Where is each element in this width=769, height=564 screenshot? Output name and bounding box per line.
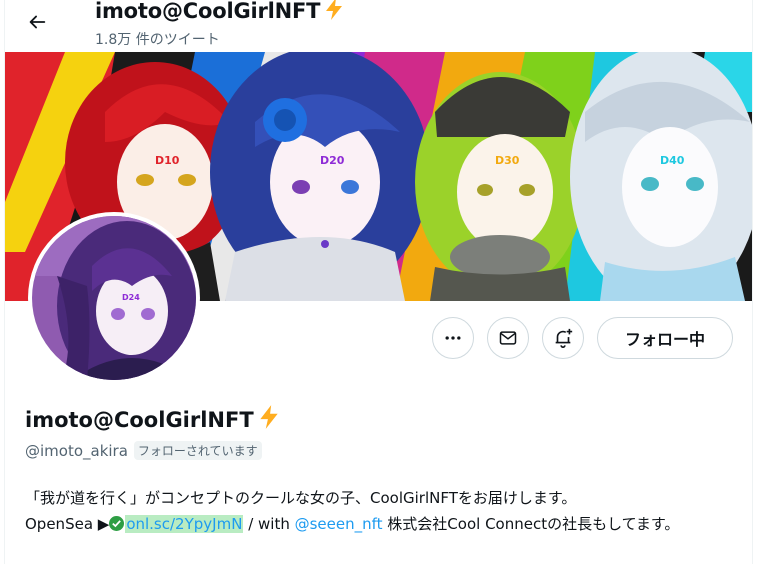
message-button[interactable] <box>487 317 529 359</box>
profile-bio: 「我が道を行く」がコンセプトのクールな女の子、CoolGirlNFTをお届けしま… <box>25 485 730 537</box>
lightning-bolt-emoji <box>326 0 343 20</box>
display-name-text: imoto@CoolGirlNFT <box>25 408 254 432</box>
profile-header: imoto@CoolGirlNFT 1.8万 件のツイート <box>5 0 752 52</box>
profile-display-name: imoto@CoolGirlNFT <box>25 404 282 432</box>
check-circle-emoji <box>109 516 125 531</box>
profile-avatar[interactable]: D24 <box>28 212 200 384</box>
more-dots-icon <box>445 336 461 340</box>
char-tag-3: D30 <box>495 154 520 167</box>
back-button[interactable] <box>19 4 55 40</box>
handle-row: @imoto_akira フォローされています <box>25 441 262 460</box>
bio-opensea-prefix: OpenSea ▶ <box>25 515 110 533</box>
mention-link[interactable]: @seeen_nft <box>295 515 383 533</box>
avatar-image: D24 <box>32 216 196 380</box>
bio-with-text: / with <box>243 515 295 533</box>
profile-handle: @imoto_akira <box>25 441 128 460</box>
bio-line-2: OpenSea ▶ onl.sc/2YpyJmN / with @seeen_nf… <box>25 511 730 537</box>
opensea-link[interactable]: onl.sc/2YpyJmN <box>125 515 244 533</box>
lightning-bolt-emoji <box>260 405 278 429</box>
bio-line-1: 「我が道を行く」がコンセプトのクールな女の子、CoolGirlNFTをお届けしま… <box>25 489 577 507</box>
char-tag-4: D40 <box>660 154 685 167</box>
header-name-text: imoto@CoolGirlNFT <box>95 0 321 23</box>
bell-plus-icon <box>555 328 573 348</box>
mail-icon <box>499 331 517 345</box>
char-tag-2: D20 <box>320 154 345 167</box>
profile-page: imoto@CoolGirlNFT 1.8万 件のツイート D10 D20 D3… <box>4 0 753 564</box>
notify-button[interactable] <box>542 317 584 359</box>
avatar-tag: D24 <box>122 293 140 302</box>
more-button[interactable] <box>432 317 474 359</box>
following-button[interactable]: フォロー中 <box>597 317 733 359</box>
follows-you-badge: フォローされています <box>133 441 262 460</box>
bio-tail-text: 株式会社Cool Connectの社長もしてます。 <box>382 515 680 533</box>
tweet-count: 1.8万 件のツイート <box>95 32 220 48</box>
char-tag-1: D10 <box>155 154 180 167</box>
header-title: imoto@CoolGirlNFT <box>95 0 346 23</box>
arrow-left-icon <box>29 15 46 29</box>
